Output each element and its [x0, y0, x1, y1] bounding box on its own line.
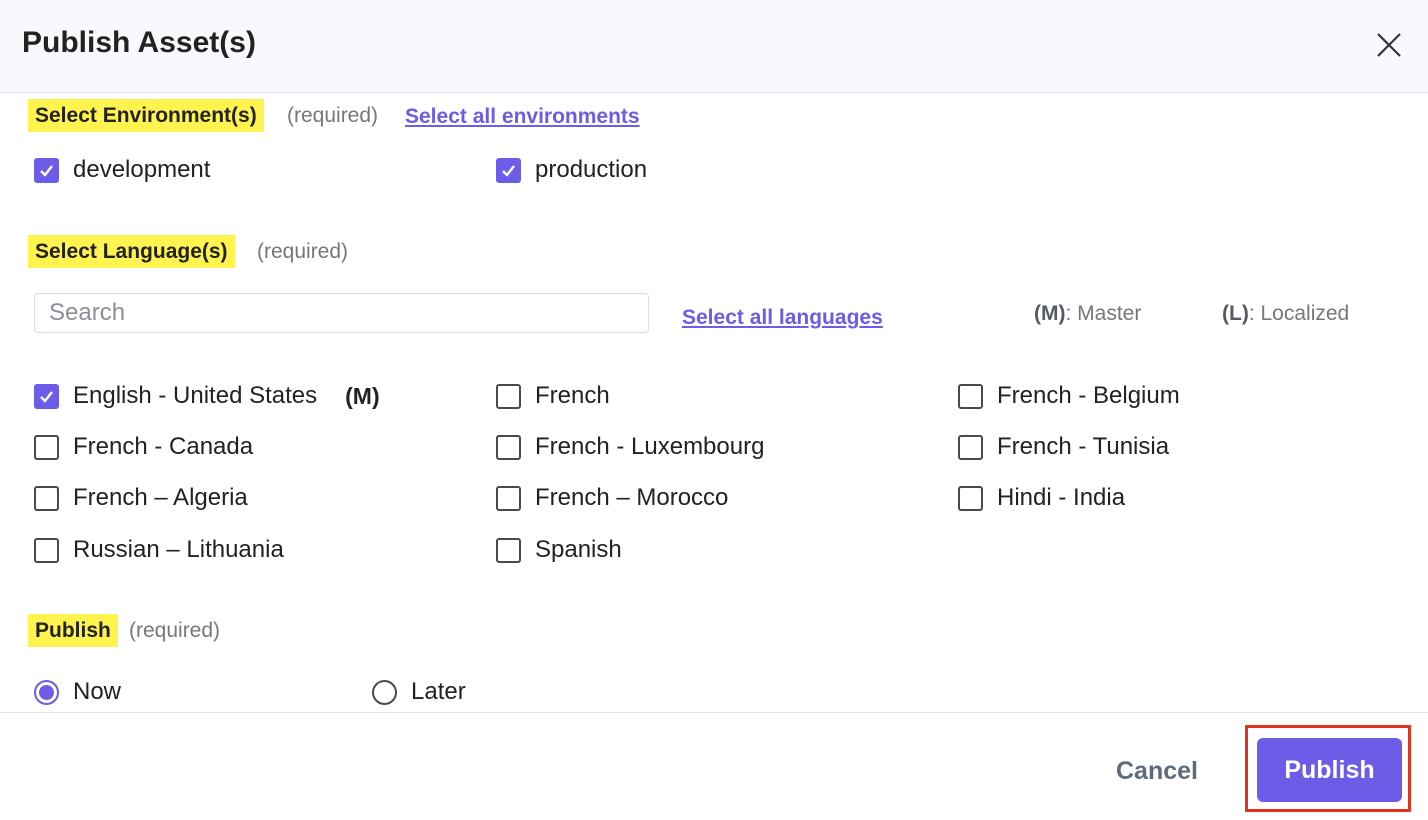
- language-label: French – Algeria: [73, 484, 248, 511]
- language-label: French - Tunisia: [997, 433, 1170, 460]
- language-label: French - Luxembourg: [535, 433, 765, 460]
- master-language-tag: (M): [345, 382, 380, 409]
- checkbox-box: [958, 485, 983, 511]
- language-label: French - Canada: [73, 433, 254, 460]
- language-checkbox-russian-lithuania[interactable]: Russian – Lithuania: [34, 535, 284, 565]
- checkbox-box: [496, 485, 521, 511]
- legend-master-text: : Master: [1065, 302, 1142, 325]
- radio-label: Now: [73, 678, 122, 705]
- check-icon: [502, 164, 515, 177]
- language-checkbox-french-canada[interactable]: French - Canada: [34, 432, 253, 462]
- language-checkbox-french-luxembourg[interactable]: French - Luxembourg: [496, 432, 764, 462]
- languages-section-label: Select Language(s): [28, 235, 235, 268]
- checkbox-box: [34, 157, 59, 183]
- select-all-environments-link[interactable]: Select all environments: [405, 100, 640, 133]
- close-icon: [1377, 33, 1401, 57]
- language-checkbox-english-united-states[interactable]: English - United States (M): [34, 381, 380, 411]
- environment-checkbox-production[interactable]: production: [496, 155, 647, 185]
- environments-section-label: Select Environment(s): [28, 99, 264, 132]
- publish-button[interactable]: Publish: [1257, 738, 1402, 802]
- check-icon: [40, 390, 53, 403]
- radio-circle: [372, 679, 397, 705]
- language-checkbox-french-morocco[interactable]: French – Morocco: [496, 483, 728, 513]
- close-button[interactable]: [1372, 28, 1406, 62]
- checkbox-box: [34, 537, 59, 563]
- checkbox-box: [958, 383, 983, 409]
- publish-later-radio[interactable]: Later: [372, 677, 466, 707]
- environment-label: production: [535, 156, 648, 183]
- legend-localized-key: (L): [1222, 302, 1249, 325]
- language-checkbox-french-belgium[interactable]: French - Belgium: [958, 381, 1180, 411]
- language-label: Spanish: [535, 536, 622, 563]
- environment-checkbox-development[interactable]: development: [34, 155, 210, 185]
- checkbox-box: [34, 383, 59, 409]
- checkbox-box: [496, 537, 521, 563]
- checkbox-box: [34, 434, 59, 460]
- check-icon: [40, 164, 53, 177]
- language-search-input[interactable]: [34, 293, 649, 333]
- publish-now-radio[interactable]: Now: [34, 677, 121, 707]
- legend-master: (M): Master: [1034, 302, 1141, 326]
- language-label: French – Morocco: [535, 484, 729, 511]
- publish-section-label: Publish: [28, 614, 118, 647]
- legend-master-key: (M): [1034, 302, 1066, 325]
- languages-required-note: (required): [257, 240, 349, 263]
- dialog-header: Publish Asset(s): [0, 0, 1428, 93]
- language-checkbox-french[interactable]: French: [496, 381, 610, 411]
- language-checkbox-french-tunisia[interactable]: French - Tunisia: [958, 432, 1169, 462]
- language-checkbox-french-algeria[interactable]: French – Algeria: [34, 483, 248, 513]
- language-label: French: [535, 382, 610, 409]
- cancel-button[interactable]: Cancel: [1100, 751, 1214, 791]
- environment-label: development: [73, 156, 211, 183]
- legend-localized: (L): Localized: [1222, 302, 1349, 326]
- language-label: French - Belgium: [997, 382, 1180, 409]
- publish-required-note: (required): [129, 619, 221, 642]
- select-all-languages-link[interactable]: Select all languages: [682, 301, 883, 334]
- dialog-footer: Cancel Publish: [0, 712, 1428, 820]
- checkbox-box: [958, 434, 983, 460]
- legend-localized-text: : Localized: [1248, 302, 1350, 325]
- checkbox-box: [496, 157, 521, 183]
- radio-label: Later: [411, 678, 466, 705]
- language-checkbox-spanish[interactable]: Spanish: [496, 535, 622, 565]
- environments-required-note: (required): [287, 104, 379, 127]
- language-checkbox-hindi-india[interactable]: Hindi - India: [958, 483, 1125, 513]
- radio-circle: [34, 679, 59, 705]
- checkbox-box: [34, 485, 59, 511]
- checkbox-box: [496, 434, 521, 460]
- language-label: Hindi - India: [997, 484, 1126, 511]
- checkbox-box: [496, 383, 521, 409]
- language-label: Russian – Lithuania: [73, 536, 284, 563]
- dialog-title: Publish Asset(s): [22, 26, 256, 59]
- language-label: English - United States: [73, 382, 318, 409]
